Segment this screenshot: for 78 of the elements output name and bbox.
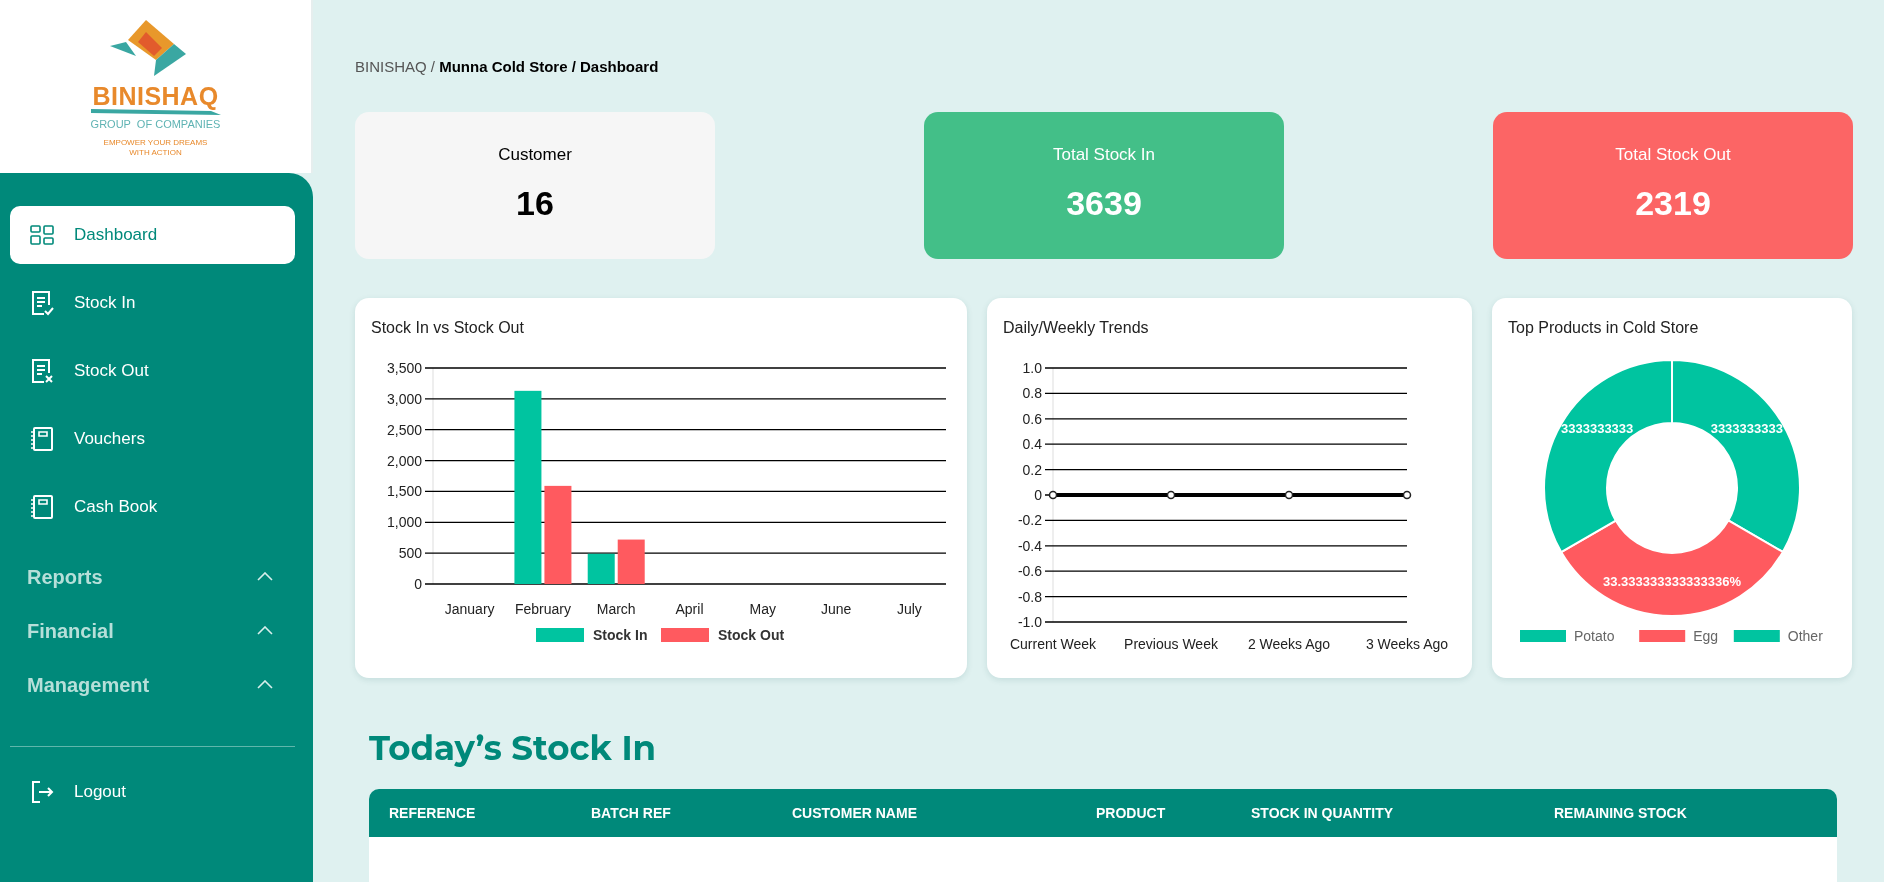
legend-item: Egg <box>1639 628 1719 644</box>
legend-item: Stock Out <box>661 627 785 643</box>
sidebar-item[interactable]: Vouchers <box>10 410 295 468</box>
legend-item: Potato <box>1520 628 1615 644</box>
axis-label: -1.0 <box>1017 614 1042 630</box>
notebook-icon <box>28 493 56 521</box>
sidebar-section[interactable]: Financial <box>10 604 295 658</box>
chevron-up-icon <box>257 680 273 690</box>
section-heading: Today’s Stock In <box>369 730 657 768</box>
legend-label: Stock Out <box>718 627 785 643</box>
data-label: 33.333333333333336% <box>1603 574 1742 590</box>
axis-label: January <box>444 601 495 617</box>
stat-label: Total Stock Out <box>1615 144 1731 167</box>
axis-label: 2,000 <box>386 452 422 469</box>
stat-value: 16 <box>516 182 554 224</box>
logo-swoosh-icon <box>90 109 221 115</box>
column-header: CUSTOMER NAME <box>792 803 918 823</box>
stat-label: Total Stock In <box>1052 144 1156 167</box>
sidebar-item[interactable]: Cash Book <box>10 478 295 536</box>
stat-value: 2319 <box>1635 182 1711 224</box>
axis-label: 500 <box>398 545 422 562</box>
axis-label: 1,000 <box>386 514 422 531</box>
axis-label: July <box>896 601 922 617</box>
breadcrumb: BINISHAQ / Munna Cold Store / Dashboard <box>355 57 660 77</box>
axis-label: -0.8 <box>1017 588 1042 605</box>
axis-label: June <box>820 601 852 617</box>
chart-title: Daily/Weekly Trends <box>1003 318 1149 338</box>
chevron-up-icon <box>257 572 273 582</box>
data-label: 3333333333 <box>1710 421 1783 436</box>
logo-tagline: EMPOWER YOUR DREAMS WITH ACTION <box>103 138 208 159</box>
axis-label: 3,000 <box>386 390 422 407</box>
sidebar-item[interactable]: Dashboard <box>10 206 295 264</box>
legend-label: Stock In <box>593 627 648 643</box>
axis-label: 0 <box>1034 487 1042 503</box>
sidebar-section[interactable]: Reports <box>10 550 295 604</box>
sidebar-item[interactable]: Stock Out <box>10 342 295 400</box>
axis-label: 0 <box>414 576 422 592</box>
chevron-up-icon <box>257 626 273 636</box>
chart-title: Stock In vs Stock Out <box>371 318 524 338</box>
axis-label: 0.8 <box>1022 385 1042 402</box>
axis-label: 0.4 <box>1022 436 1042 453</box>
axis-label: February <box>514 601 571 617</box>
data-label: 3333333333 <box>1561 421 1634 436</box>
axis-label: March <box>596 601 636 617</box>
legend-label: Potato <box>1574 628 1615 644</box>
notebook-icon <box>28 425 56 453</box>
column-header: REMAINING STOCK <box>1554 803 1688 823</box>
axis-label: -0.4 <box>1017 537 1042 554</box>
axis-label: 0.2 <box>1022 461 1042 478</box>
logout-button[interactable]: Logout <box>10 763 295 821</box>
axis-label: 1.0 <box>1022 360 1042 376</box>
axis-label: -0.6 <box>1017 563 1042 580</box>
column-header: STOCK IN QUANTITY <box>1251 803 1395 823</box>
axis-label: May <box>749 601 776 617</box>
axis-label: 0.6 <box>1022 410 1042 427</box>
stat-label: Customer <box>498 144 572 167</box>
axis-label: Previous Week <box>1124 636 1218 652</box>
stat-value: 3639 <box>1066 182 1142 224</box>
legend-item: Stock In <box>536 627 648 643</box>
legend-item: Other <box>1733 628 1823 644</box>
axis-label: Current Week <box>1009 636 1097 652</box>
column-header: BATCH REF <box>591 803 672 823</box>
axis-label: 3,500 <box>386 360 422 376</box>
axis-label: 2,500 <box>386 421 422 438</box>
legend-label: Egg <box>1693 628 1719 644</box>
sidebar-item[interactable]: Stock In <box>10 274 295 332</box>
legend-label: Other <box>1787 628 1824 644</box>
axis-label: 1,500 <box>386 483 422 500</box>
axis-label: -0.2 <box>1017 512 1042 529</box>
axis-label: April <box>675 601 704 617</box>
axis-label: 3 Weeks Ago <box>1365 636 1449 652</box>
logo-subtitle: GROUP OF COMPANIES <box>90 119 221 130</box>
column-header: PRODUCT <box>1096 803 1167 823</box>
logo-name: BINISHAQ <box>92 84 219 109</box>
axis-label: 2 Weeks Ago <box>1247 636 1331 652</box>
chart-title: Top Products in Cold Store <box>1508 318 1699 338</box>
column-header: REFERENCE <box>389 803 477 823</box>
sidebar-section[interactable]: Management <box>10 658 295 712</box>
